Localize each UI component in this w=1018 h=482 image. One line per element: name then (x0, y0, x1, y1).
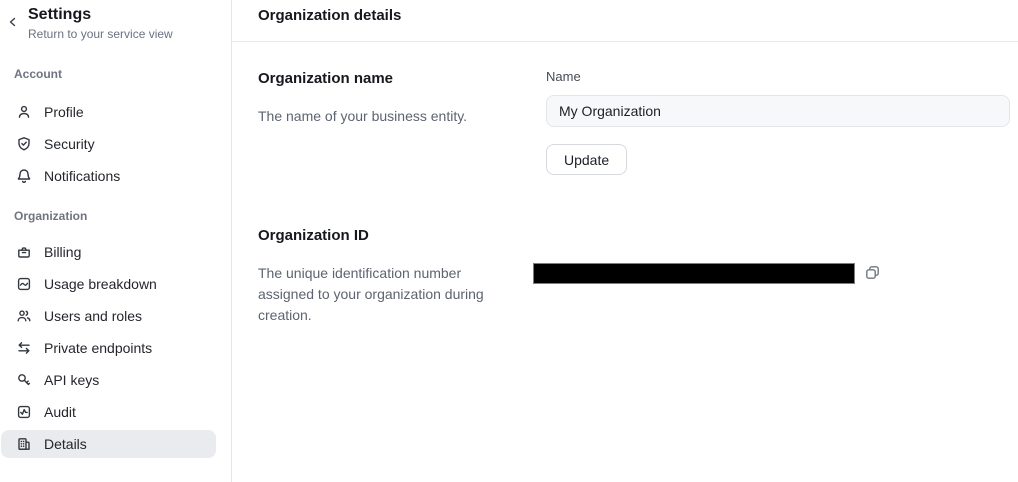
sidebar-item-audit[interactable]: Audit (1, 398, 216, 426)
shield-check-icon (16, 136, 32, 152)
update-button[interactable]: Update (546, 144, 627, 175)
sidebar-item-label: Security (44, 136, 95, 152)
organization-id-redacted-value (533, 263, 855, 284)
sidebar-item-label: API keys (44, 372, 99, 388)
sidebar-item-notifications[interactable]: Notifications (1, 162, 216, 190)
section-label-organization: Organization (0, 209, 231, 224)
sidebar-item-billing[interactable]: Billing (1, 238, 216, 266)
sidebar-item-usage-breakdown[interactable]: Usage breakdown (1, 270, 216, 298)
organization-name-form: Name Update (546, 69, 1010, 175)
usage-chart-icon (16, 276, 32, 292)
organization-name-section: Organization name The name of your busin… (258, 69, 1010, 175)
sidebar-item-users-and-roles[interactable]: Users and roles (1, 302, 216, 330)
swap-arrows-icon (16, 340, 32, 356)
sidebar-item-label: Notifications (44, 168, 120, 184)
building-icon (16, 436, 32, 452)
copy-button[interactable] (863, 265, 881, 283)
settings-sidebar: Settings Return to your service view Acc… (0, 0, 232, 482)
content-area: Organization name The name of your busin… (232, 69, 1018, 326)
billing-icon (16, 244, 32, 260)
sidebar-item-profile[interactable]: Profile (1, 98, 216, 126)
sidebar-item-security[interactable]: Security (1, 130, 216, 158)
organization-id-heading: Organization ID (258, 226, 508, 245)
sidebar-item-label: Users and roles (44, 308, 142, 324)
sidebar-item-api-keys[interactable]: API keys (1, 366, 216, 394)
organization-id-description: The unique identification number assigne… (258, 263, 508, 326)
organization-id-value-col (533, 226, 1010, 326)
sidebar-header: Settings Return to your service view (0, 4, 231, 42)
section-label-account: Account (0, 67, 231, 82)
page-title: Organization details (258, 6, 1018, 26)
name-field-label: Name (546, 69, 1010, 85)
back-button[interactable] (4, 14, 22, 32)
sidebar-title: Settings (28, 4, 231, 26)
audit-pulse-icon (16, 404, 32, 420)
key-icon (16, 372, 32, 388)
sidebar-item-private-endpoints[interactable]: Private endpoints (1, 334, 216, 362)
sidebar-item-label: Private endpoints (44, 340, 152, 356)
organization-id-value-row (533, 263, 1010, 284)
organization-id-info: Organization ID The unique identificatio… (258, 226, 533, 326)
sidebar-subtitle: Return to your service view (28, 26, 231, 42)
sidebar-item-label: Audit (44, 404, 76, 420)
main-panel: Organization details Organization name T… (232, 0, 1018, 482)
organization-name-info: Organization name The name of your busin… (258, 69, 546, 175)
user-icon (16, 104, 32, 120)
sidebar-item-label: Details (44, 436, 87, 452)
sidebar-item-label: Profile (44, 104, 84, 120)
organization-name-description: The name of your business entity. (258, 106, 546, 127)
bell-icon (16, 168, 32, 184)
organization-name-heading: Organization name (258, 69, 546, 88)
organization-id-section: Organization ID The unique identificatio… (258, 226, 1010, 326)
sidebar-item-label: Usage breakdown (44, 276, 157, 292)
users-icon (16, 308, 32, 324)
chevron-left-icon (7, 16, 19, 31)
sidebar-item-label: Billing (44, 244, 81, 260)
sidebar-item-details[interactable]: Details (1, 430, 216, 458)
main-header: Organization details (232, 0, 1018, 42)
name-input[interactable] (546, 95, 1010, 127)
copy-icon (864, 264, 881, 284)
